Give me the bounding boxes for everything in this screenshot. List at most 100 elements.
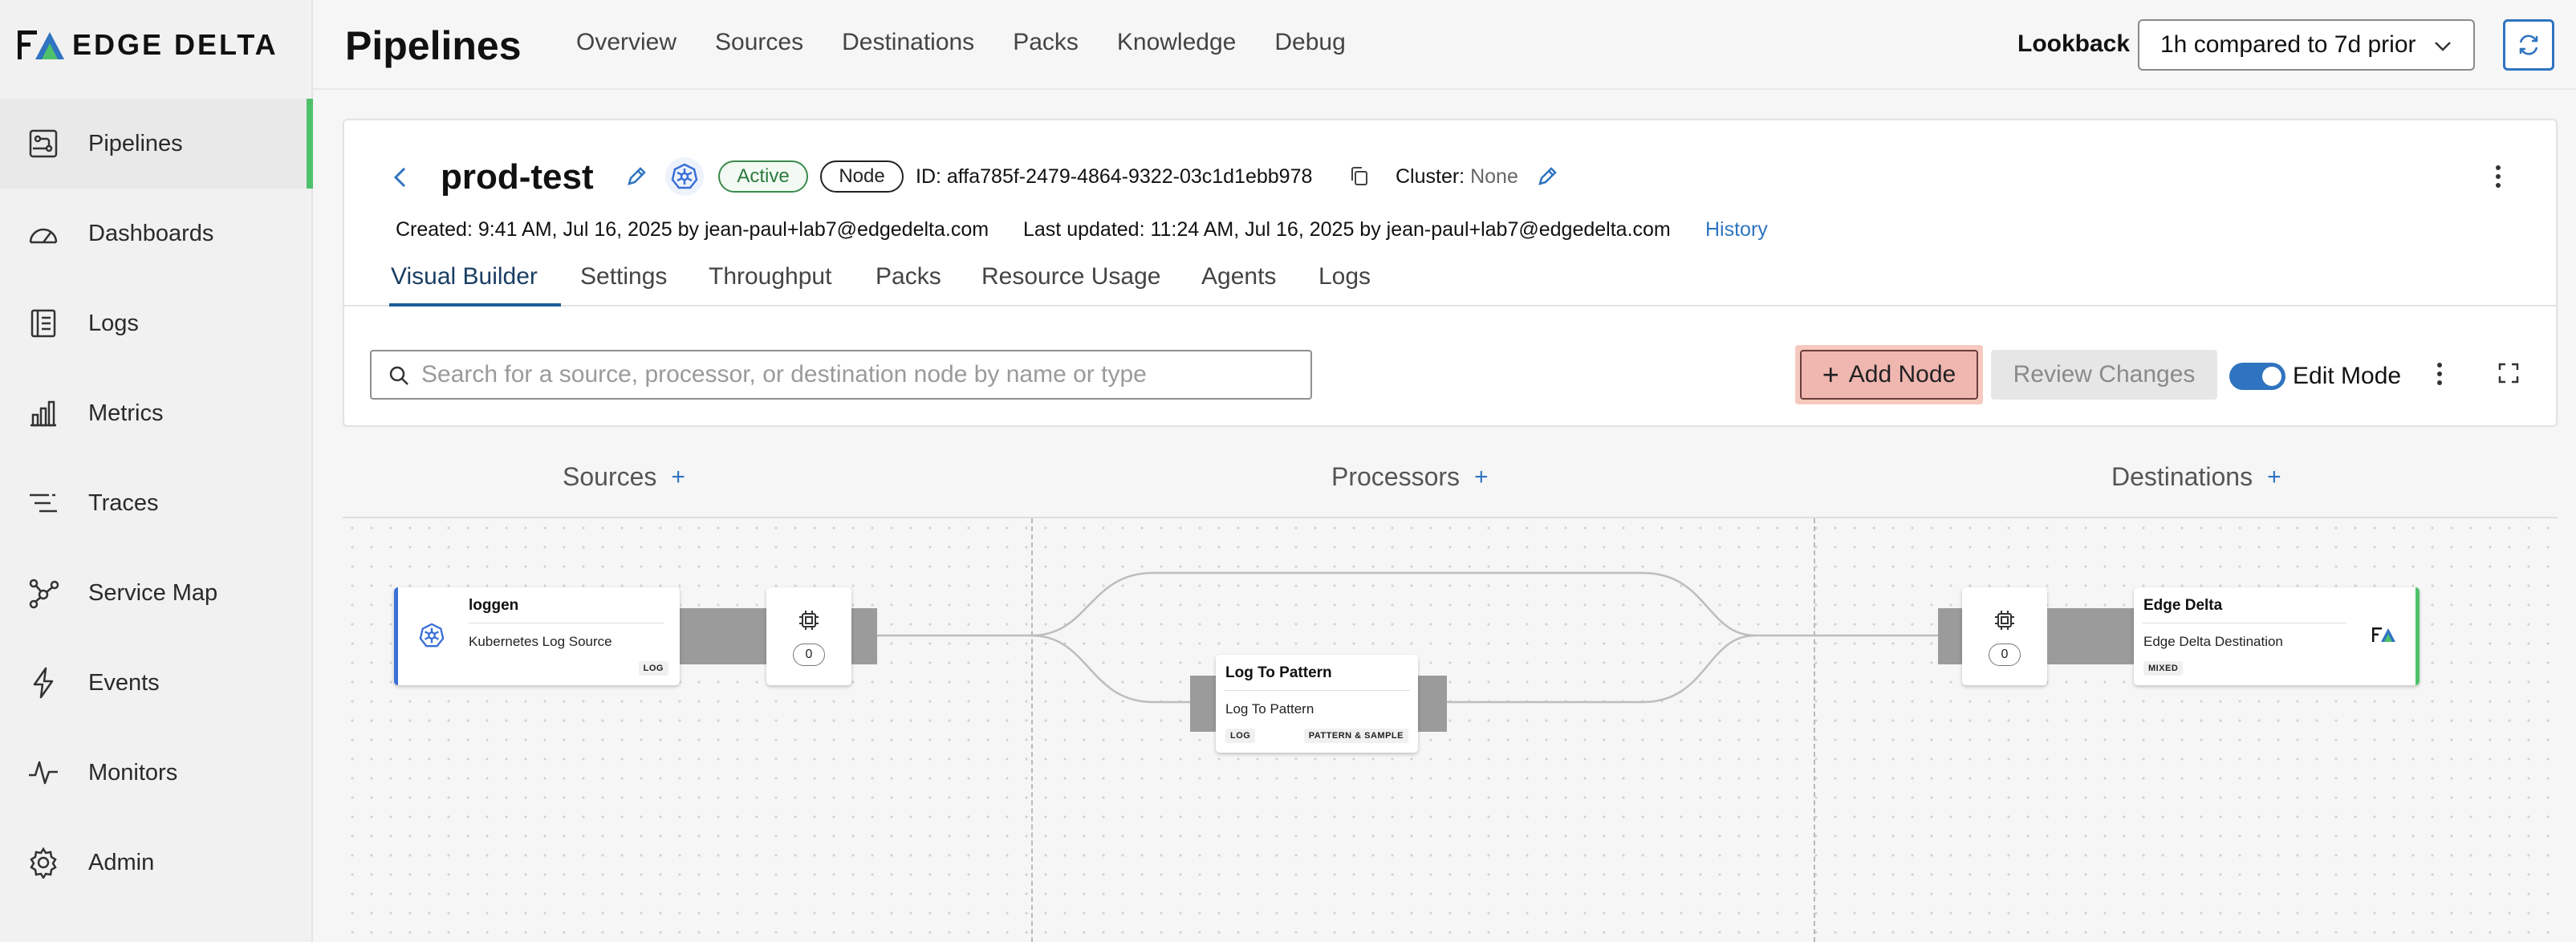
pulse-icon <box>27 757 59 789</box>
sidebar-item-traces[interactable]: Traces <box>0 458 313 548</box>
lookback-value: 1h compared to 7d prior <box>2160 31 2416 58</box>
sidebar-item-label: Admin <box>88 849 155 875</box>
cluster-label: Cluster: <box>1396 165 1465 188</box>
pipeline-card: prod-test Active Node ID: affa785f-2479-… <box>343 119 2558 427</box>
lookback-select[interactable]: 1h compared to 7d prior <box>2138 19 2475 71</box>
destination-input-port <box>2047 608 2137 664</box>
tab-visual-builder[interactable]: Visual Builder <box>389 263 561 307</box>
tab-debug[interactable]: Debug <box>1274 29 1345 56</box>
node-subtitle: Log To Pattern <box>1225 701 1314 717</box>
history-link[interactable]: History <box>1705 218 1768 242</box>
sidebar-item-admin[interactable]: Admin <box>0 818 313 907</box>
bar-chart-icon <box>27 397 59 429</box>
kubernetes-icon <box>665 157 704 196</box>
logo-text: EDGE DELTA <box>72 28 278 61</box>
sidebar-item-monitors[interactable]: Monitors <box>0 728 313 818</box>
sidebar-item-service-map[interactable]: Service Map <box>0 548 313 638</box>
tab-settings[interactable]: Settings <box>580 263 667 307</box>
gear-icon <box>27 847 59 879</box>
sidebar-item-dashboards[interactable]: Dashboards <box>0 189 313 278</box>
top-header: Pipelines Overview Sources Destinations … <box>313 0 2576 90</box>
pipeline-canvas[interactable]: Sources + Processors + Destinations + lo… <box>343 427 2558 942</box>
tab-destinations[interactable]: Destinations <box>842 29 974 56</box>
edge-delta-logo-icon <box>18 30 64 59</box>
kubernetes-icon <box>419 623 445 648</box>
tab-packs[interactable]: Packs <box>1013 29 1079 56</box>
tab-agents[interactable]: Agents <box>1201 263 1276 307</box>
source-node-loggen[interactable]: loggen Kubernetes Log Source LOG <box>394 587 680 685</box>
tab-sources[interactable]: Sources <box>715 29 803 56</box>
node-search-input[interactable] <box>421 361 1310 388</box>
review-changes-button[interactable]: Review Changes <box>1991 350 2217 400</box>
counter-value: 0 <box>1989 644 2021 666</box>
destination-node-edge-delta[interactable]: Edge Delta Edge Delta Destination MIXED <box>2134 587 2420 685</box>
source-output-port <box>680 608 770 664</box>
status-badge: Active <box>718 160 808 193</box>
add-node-button[interactable]: + Add Node <box>1800 350 1978 400</box>
service-map-icon <box>27 577 59 609</box>
sidebar-item-label: Metrics <box>88 400 164 426</box>
sidebar-item-label: Monitors <box>88 759 178 786</box>
sidebar-item-metrics[interactable]: Metrics <box>0 368 313 458</box>
created-info: Created: 9:41 AM, Jul 16, 2025 by jean-p… <box>396 218 989 241</box>
copy-icon[interactable] <box>1349 165 1370 188</box>
sidebar-item-label: Logs <box>88 310 139 336</box>
sidebar: EDGE DELTA Pipelines Dashboards Logs Met… <box>0 0 313 942</box>
back-chevron-icon[interactable] <box>391 165 410 189</box>
refresh-icon <box>2519 35 2538 55</box>
add-node-label: Add Node <box>1848 361 1956 388</box>
refresh-button[interactable] <box>2503 19 2554 71</box>
tab-throughput[interactable]: Throughput <box>709 263 831 307</box>
processor-node-log-to-pattern[interactable]: Log To Pattern Log To Pattern LOG PATTER… <box>1216 655 1418 753</box>
top-nav-tabs: Overview Sources Destinations Packs Know… <box>576 29 1384 56</box>
fullscreen-icon[interactable] <box>2497 361 2521 385</box>
sidebar-item-label: Events <box>88 669 160 696</box>
pipeline-name: prod-test <box>441 157 594 197</box>
type-badge: Node <box>820 160 904 193</box>
chevron-down-icon <box>2435 42 2451 51</box>
plus-icon: + <box>1822 358 1839 391</box>
add-node-highlight: + Add Node <box>1795 345 1983 404</box>
node-subtitle: Kubernetes Log Source <box>469 634 612 649</box>
sidebar-item-pipelines[interactable]: Pipelines <box>0 99 313 189</box>
node-tag: LOG <box>1225 729 1256 743</box>
lightning-icon <box>27 667 59 699</box>
sidebar-item-label: Dashboards <box>88 220 214 246</box>
node-tag: MIXED <box>2143 661 2184 676</box>
node-title: Edge Delta <box>2143 597 2223 614</box>
node-subtitle: Edge Delta Destination <box>2143 634 2283 649</box>
sidebar-item-label: Service Map <box>88 579 218 606</box>
toolbar-more-icon[interactable] <box>2435 361 2444 387</box>
tab-overview[interactable]: Overview <box>576 29 677 56</box>
search-icon <box>389 366 408 385</box>
edit-mode-label: Edit Mode <box>2293 363 2402 389</box>
tab-logs[interactable]: Logs <box>1318 263 1371 307</box>
sidebar-item-logs[interactable]: Logs <box>0 278 313 368</box>
edge-delta-logo[interactable]: EDGE DELTA <box>18 27 278 63</box>
node-divider <box>1224 690 1410 691</box>
more-options-icon[interactable] <box>2493 164 2503 189</box>
node-title: loggen <box>469 597 519 614</box>
tab-packs[interactable]: Packs <box>876 263 941 307</box>
dashboard-gauge-icon <box>27 217 59 250</box>
sidebar-item-events[interactable]: Events <box>0 638 313 728</box>
pipeline-sub-tabs: Visual Builder Settings Throughput Packs… <box>344 263 2556 307</box>
destination-processor-counter[interactable]: 0 <box>1962 587 2047 685</box>
node-tag: PATTERN & SAMPLE <box>1303 729 1408 743</box>
source-processor-counter[interactable]: 0 <box>766 587 851 685</box>
cluster-info: Cluster: None <box>1396 165 1518 189</box>
updated-info: Last updated: 11:24 AM, Jul 16, 2025 by … <box>1023 218 1671 241</box>
sidebar-item-label: Traces <box>88 489 159 516</box>
tab-resource-usage[interactable]: Resource Usage <box>981 263 1160 307</box>
edge-delta-logo-icon <box>2372 627 2395 642</box>
tab-knowledge[interactable]: Knowledge <box>1117 29 1236 56</box>
cluster-value: None <box>1470 165 1518 188</box>
node-title: Log To Pattern <box>1225 664 1332 681</box>
logs-icon <box>27 307 59 339</box>
counter-input-port <box>1938 608 1965 664</box>
node-search <box>370 350 1312 400</box>
pipelines-icon <box>27 128 59 160</box>
edit-mode-toggle[interactable] <box>2229 363 2285 390</box>
edit-name-pencil-icon[interactable] <box>625 165 648 188</box>
edit-cluster-pencil-icon[interactable] <box>1536 165 1558 188</box>
